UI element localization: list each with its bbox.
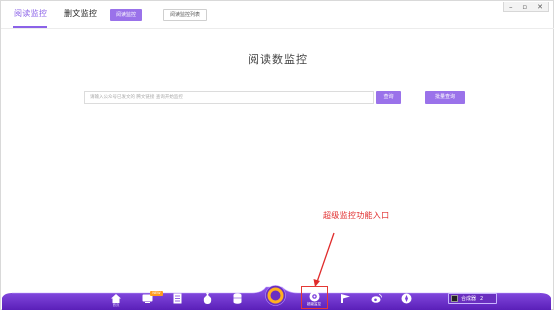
tab-delete-monitor[interactable]: 删文监控 [64,8,97,19]
new-badge: NEW [150,291,163,296]
database-icon [233,293,242,304]
logo-icon [265,285,286,306]
top-bar: 阅读监控 删文监控 阅读监控 阅读监控列表 – ▫ ✕ [1,1,554,29]
minimize-icon[interactable]: – [509,3,513,11]
dock-item-document[interactable] [173,293,182,304]
home-icon [111,294,121,303]
dock-item-compass[interactable] [401,293,412,304]
batch-search-button[interactable]: 批量查询 [425,91,465,104]
weibo-icon [371,294,382,303]
window-controls: – ▫ ✕ [503,2,549,12]
monitor-list-button[interactable]: 阅读监控列表 [163,9,208,21]
search-button[interactable]: 查询 [376,91,401,104]
dock-item-logo[interactable] [265,285,286,306]
highlight-box [301,286,328,309]
search-input[interactable]: 请输入公众号已发文的 腾文链接 查询开始监控 [84,91,374,104]
annotation-label: 超级监控功能入口 [323,211,390,220]
dock-item-weibo[interactable] [371,294,382,303]
active-tab-indicator [13,26,47,28]
synth-count: 2 [480,295,484,302]
dock-item-bag[interactable] [203,293,212,304]
flag-icon [341,294,350,303]
synth-label: 合成器 [461,296,477,302]
document-icon [173,293,182,304]
close-icon[interactable]: ✕ [537,3,543,11]
page-title: 阅读数监控 [248,53,308,66]
dock-item-flag[interactable] [340,294,351,303]
dock-item-database[interactable] [233,293,242,304]
synth-icon [451,295,458,302]
app-window: 阅读监控 删文监控 阅读监控 阅读监控列表 – ▫ ✕ 阅读数监控 请输入公众号… [0,0,554,310]
compass-icon [401,293,412,304]
tab-read-monitor[interactable]: 阅读监控 [14,8,47,19]
dock-item-home[interactable]: 首页 [111,294,121,308]
restore-icon[interactable]: ▫ [522,3,527,11]
bag-icon [203,293,212,304]
synthesizer-button[interactable]: 合成器 2 [448,293,497,304]
read-monitor-button[interactable]: 阅读监控 [110,9,143,21]
dock-item-label: 首页 [112,303,120,307]
